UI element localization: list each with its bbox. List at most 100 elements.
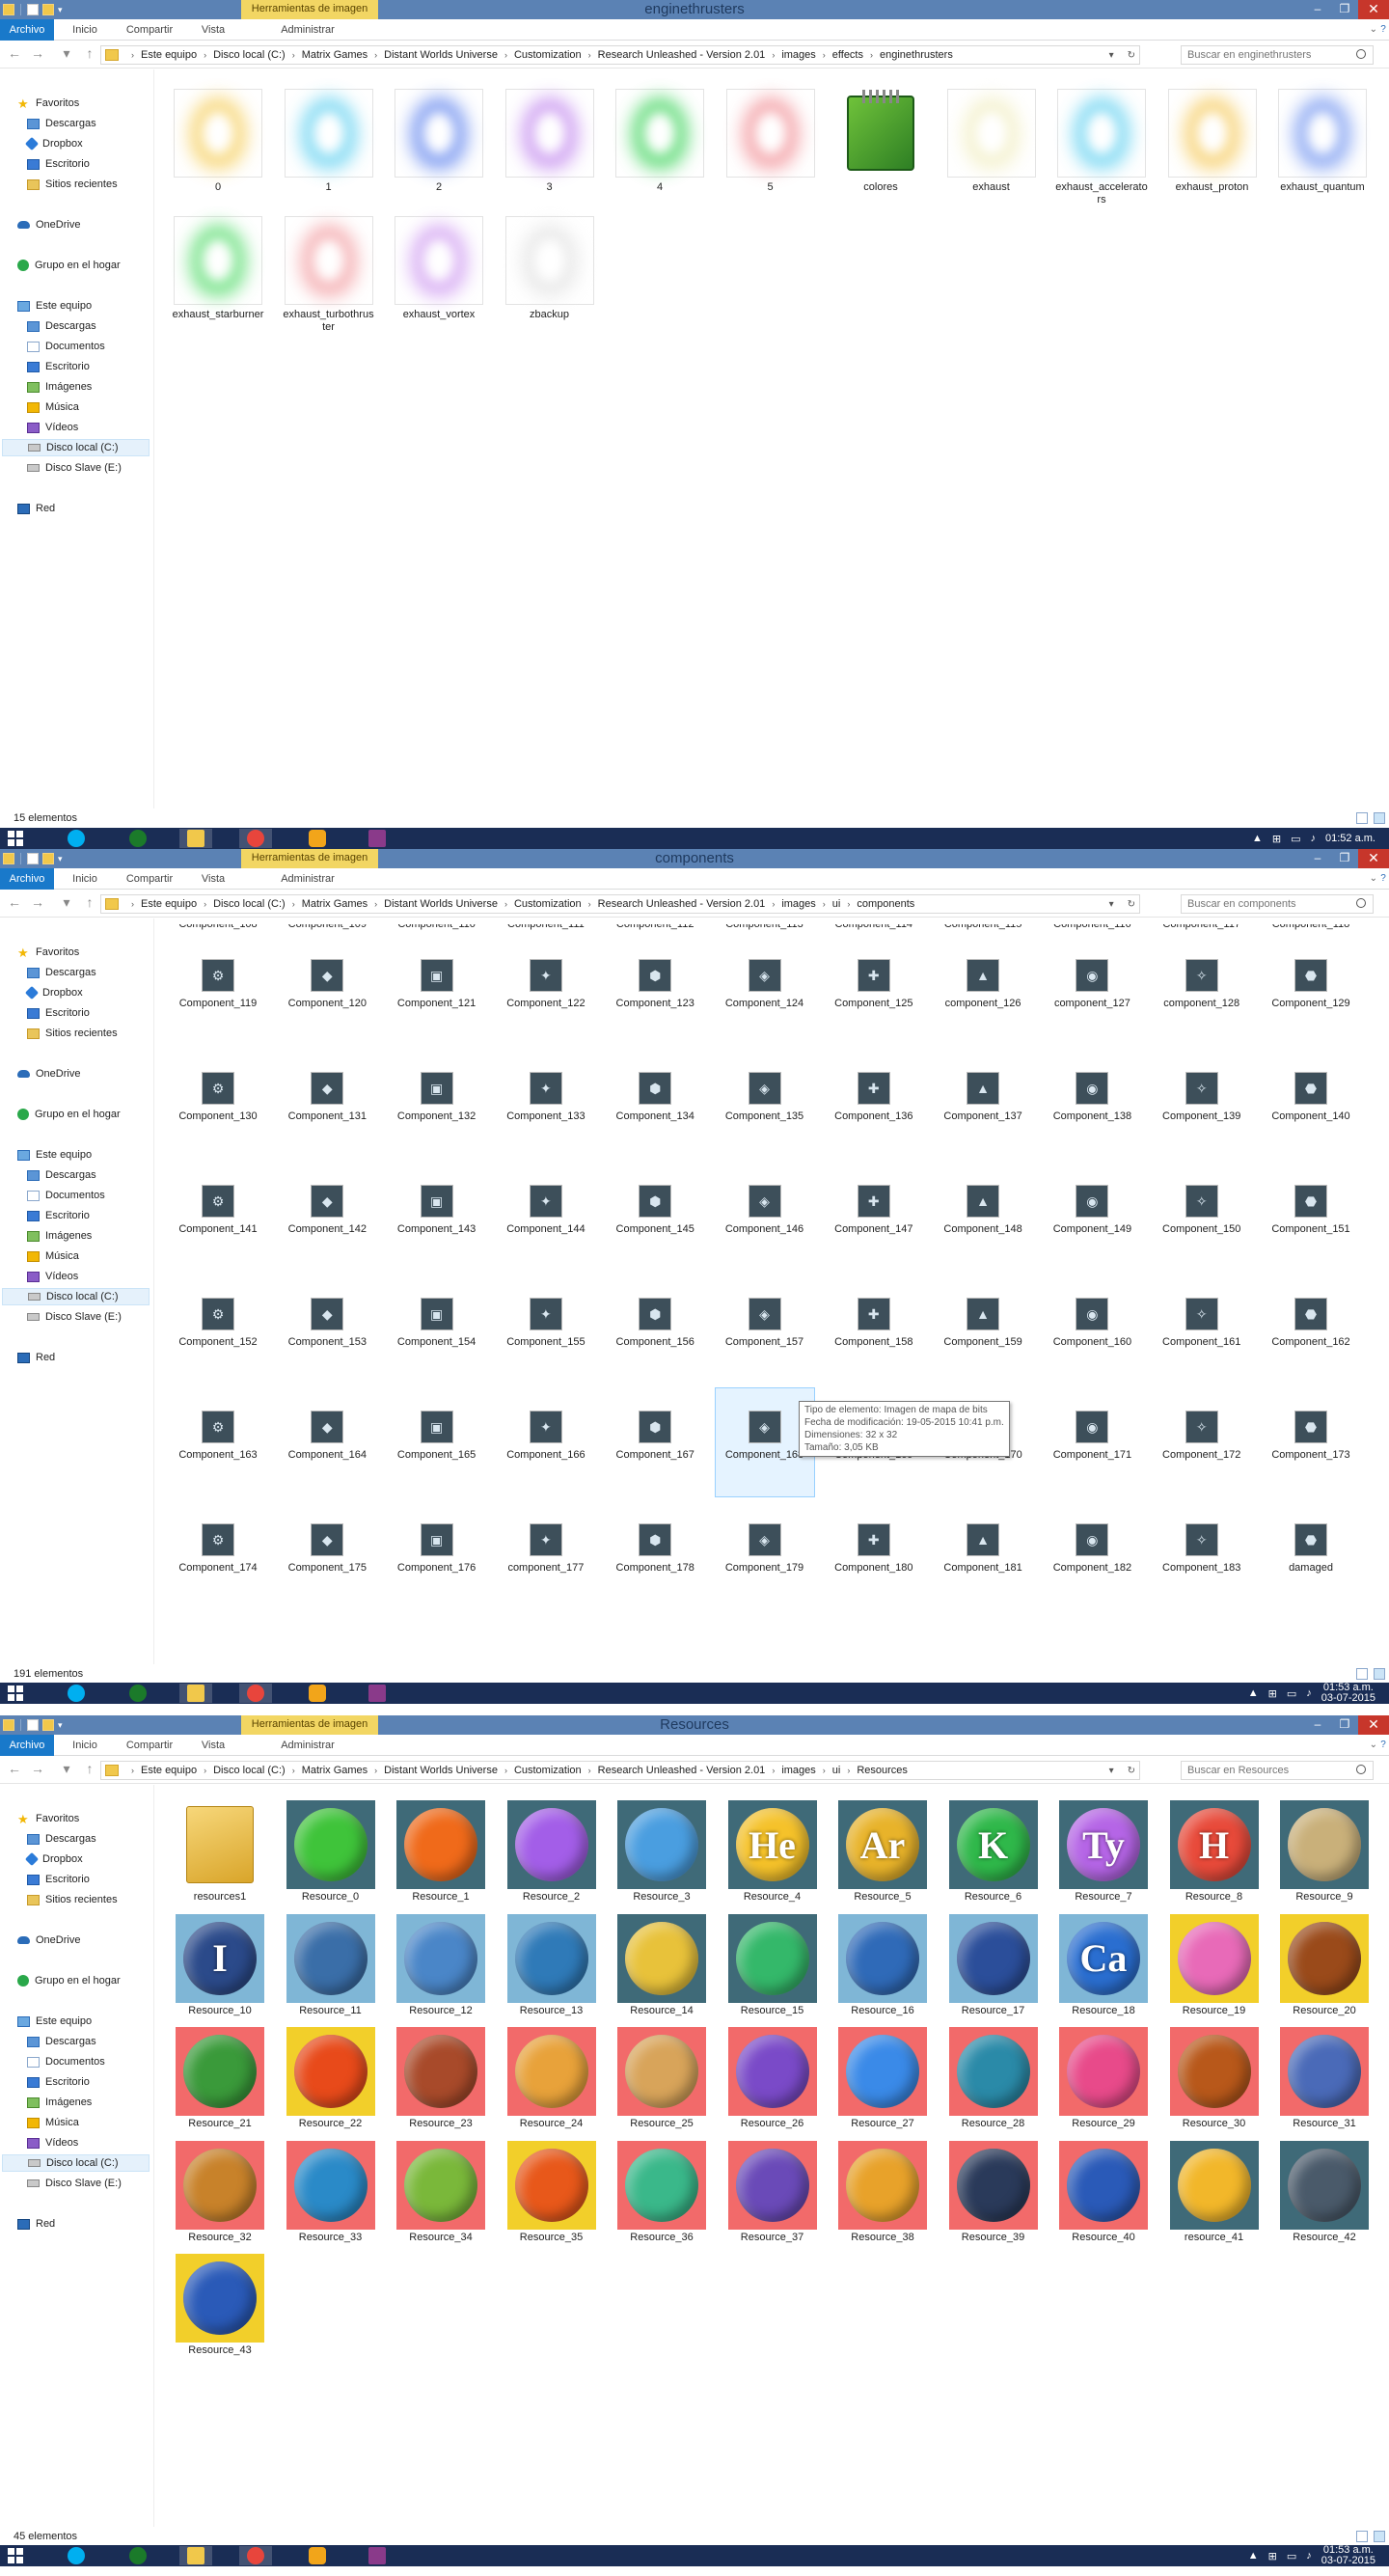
windows-flag-icon[interactable]: ⊞ xyxy=(1268,2550,1277,2562)
windows-logo-icon[interactable] xyxy=(8,1685,23,1701)
ribbon-tab-1[interactable]: Inicio xyxy=(66,1735,104,1756)
recent-locations-icon[interactable]: ▾ xyxy=(58,45,75,63)
nav-item-14[interactable]: Disco local (C:) xyxy=(2,2154,150,2172)
file-item[interactable]: ◉ component_127 xyxy=(1046,959,1138,1010)
close-button[interactable]: ✕ xyxy=(1358,1715,1389,1735)
breadcrumb-item[interactable]: › Distant Worlds Universe xyxy=(368,49,498,61)
file-item[interactable]: zbackup xyxy=(504,216,596,321)
breadcrumb-item[interactable]: › Distant Worlds Universe xyxy=(368,1765,498,1776)
file-item[interactable]: ⬣ Component_140 xyxy=(1265,1072,1357,1123)
file-item[interactable]: ▣ Component_121 xyxy=(391,959,483,1010)
file-item[interactable]: 1 xyxy=(283,89,375,194)
chevron-right-icon[interactable]: › xyxy=(588,50,591,60)
winrar-icon[interactable] xyxy=(361,1684,394,1703)
file-item[interactable]: ▣ Component_143 xyxy=(391,1185,483,1236)
file-item[interactable]: 0 xyxy=(172,89,264,194)
show-hidden-icons-icon[interactable]: ▲ xyxy=(1252,833,1263,844)
network-status-icon[interactable]: ▭ xyxy=(1291,833,1300,845)
file-item[interactable]: ✚ Component_180 xyxy=(828,1523,920,1575)
breadcrumb-item[interactable]: › Disco local (C:) xyxy=(197,49,286,61)
chevron-right-icon[interactable]: › xyxy=(204,50,206,60)
file-item[interactable]: Resource_37 xyxy=(727,2140,817,2244)
file-item[interactable]: ▣ Component_132 xyxy=(391,1072,483,1123)
nav-item-3[interactable]: Escritorio xyxy=(27,1004,90,1022)
file-item[interactable]: colores xyxy=(834,89,927,194)
breadcrumb-item[interactable]: › Disco local (C:) xyxy=(197,1765,286,1776)
file-item[interactable]: exhaust_vortex xyxy=(393,216,485,321)
maximize-button[interactable]: ❐ xyxy=(1331,1715,1358,1735)
nav-item-12[interactable]: Música xyxy=(27,398,79,416)
recent-locations-icon[interactable]: ▾ xyxy=(58,894,75,912)
file-item[interactable]: ✦ Component_133 xyxy=(500,1072,592,1123)
ribbon-tab-3[interactable]: Vista xyxy=(198,19,229,41)
file-item[interactable]: ✧ component_128 xyxy=(1156,959,1248,1010)
chevron-right-icon[interactable]: › xyxy=(131,50,134,60)
chevron-right-icon[interactable]: › xyxy=(847,899,850,909)
file-item[interactable]: Resource_32 xyxy=(176,2140,264,2244)
nav-item-5[interactable]: OneDrive xyxy=(17,1932,80,1949)
refresh-icon[interactable]: ↻ xyxy=(1128,1766,1135,1776)
file-item[interactable]: ✧ Component_161 xyxy=(1156,1298,1248,1349)
ribbon-tab-0[interactable]: Archivo xyxy=(0,19,54,41)
file-item[interactable]: Ca Resource_18 xyxy=(1059,1913,1148,2017)
breadcrumb-item[interactable]: › ui xyxy=(816,1765,841,1776)
address-dropdown-icon[interactable]: ▾ xyxy=(1109,50,1114,61)
file-item[interactable]: ⬢ Component_167 xyxy=(609,1411,701,1462)
chevron-right-icon[interactable]: › xyxy=(870,50,873,60)
nav-item-14[interactable]: Disco local (C:) xyxy=(2,439,150,456)
nav-item-15[interactable]: Disco Slave (E:) xyxy=(27,1308,122,1326)
file-item[interactable]: ▣ Component_165 xyxy=(391,1411,483,1462)
file-explorer-icon[interactable] xyxy=(179,1684,212,1703)
nav-item-7[interactable]: Este equipo xyxy=(17,297,92,315)
nav-item-15[interactable]: Disco Slave (E:) xyxy=(27,2175,122,2192)
nav-item-12[interactable]: Música xyxy=(27,2114,79,2131)
chevron-right-icon[interactable]: › xyxy=(374,899,377,909)
volume-icon[interactable]: ♪ xyxy=(1311,833,1317,844)
address-bar[interactable]: › Este equipo › Disco local (C:) › Matrix Gam… xyxy=(100,45,1140,65)
nav-item-7[interactable]: Este equipo xyxy=(17,1146,92,1164)
network-status-icon[interactable]: ▭ xyxy=(1287,1687,1296,1700)
chevron-right-icon[interactable]: › xyxy=(374,50,377,60)
file-item[interactable]: Resource_34 xyxy=(396,2140,485,2244)
ribbon-tab-2[interactable]: Compartir xyxy=(121,1735,178,1756)
file-item[interactable]: Ar Resource_5 xyxy=(838,1800,927,1904)
file-item[interactable]: Resource_0 xyxy=(286,1800,375,1904)
file-item[interactable]: ◆ Component_164 xyxy=(281,1411,373,1462)
chevron-right-icon[interactable]: › xyxy=(504,50,507,60)
breadcrumb-item[interactable]: › Research Unleashed - Version 2.01 xyxy=(582,1765,766,1776)
nav-item-16[interactable]: Red xyxy=(17,1349,55,1366)
file-item[interactable]: Resource_26 xyxy=(727,2027,817,2130)
ribbon-tab-2[interactable]: Compartir xyxy=(121,19,178,41)
address-bar[interactable]: › Este equipo › Disco local (C:) › Matrix Gam… xyxy=(100,1761,1140,1780)
nav-item-15[interactable]: Disco Slave (E:) xyxy=(27,459,122,477)
address-dropdown-icon[interactable]: ▾ xyxy=(1109,899,1114,910)
file-item[interactable]: exhaust_quantum xyxy=(1276,89,1369,194)
clock[interactable]: 01:53 a.m. 03-07-2015 xyxy=(1321,2545,1375,2566)
recent-locations-icon[interactable]: ▾ xyxy=(58,1761,75,1778)
help-icon[interactable]: ? xyxy=(1377,868,1389,890)
skype-icon[interactable] xyxy=(60,829,93,848)
address-dropdown-icon[interactable]: ▾ xyxy=(1109,1766,1114,1776)
minimize-button[interactable]: – xyxy=(1304,849,1331,868)
details-view-icon[interactable] xyxy=(1356,812,1368,824)
search-icon[interactable] xyxy=(1356,49,1366,59)
nav-item-11[interactable]: Imágenes xyxy=(27,1227,92,1245)
file-item[interactable]: exhaust_starburner xyxy=(172,216,264,321)
help-icon[interactable]: ? xyxy=(1377,19,1389,41)
file-item[interactable]: ⬢ Component_156 xyxy=(609,1298,701,1349)
search-input[interactable] xyxy=(1181,894,1374,914)
skype-icon[interactable] xyxy=(60,2546,93,2565)
details-view-icon[interactable] xyxy=(1356,1668,1368,1680)
file-item[interactable]: ⚙ Component_130 xyxy=(172,1072,264,1123)
nav-item-11[interactable]: Imágenes xyxy=(27,2094,92,2111)
large-icons-view-icon[interactable] xyxy=(1374,2531,1385,2542)
minimize-button[interactable]: – xyxy=(1304,0,1331,19)
file-explorer-icon[interactable] xyxy=(179,829,212,848)
breadcrumb-item[interactable]: › Research Unleashed - Version 2.01 xyxy=(582,49,766,61)
breadcrumb-item[interactable]: › Este equipo xyxy=(124,1765,197,1776)
nav-item-16[interactable]: Red xyxy=(17,2215,55,2233)
forward-button[interactable]: → xyxy=(29,1761,46,1778)
search-input[interactable] xyxy=(1181,45,1374,65)
chrome-icon[interactable] xyxy=(239,2546,272,2565)
file-item[interactable]: ◈ Component_157 xyxy=(719,1298,811,1349)
